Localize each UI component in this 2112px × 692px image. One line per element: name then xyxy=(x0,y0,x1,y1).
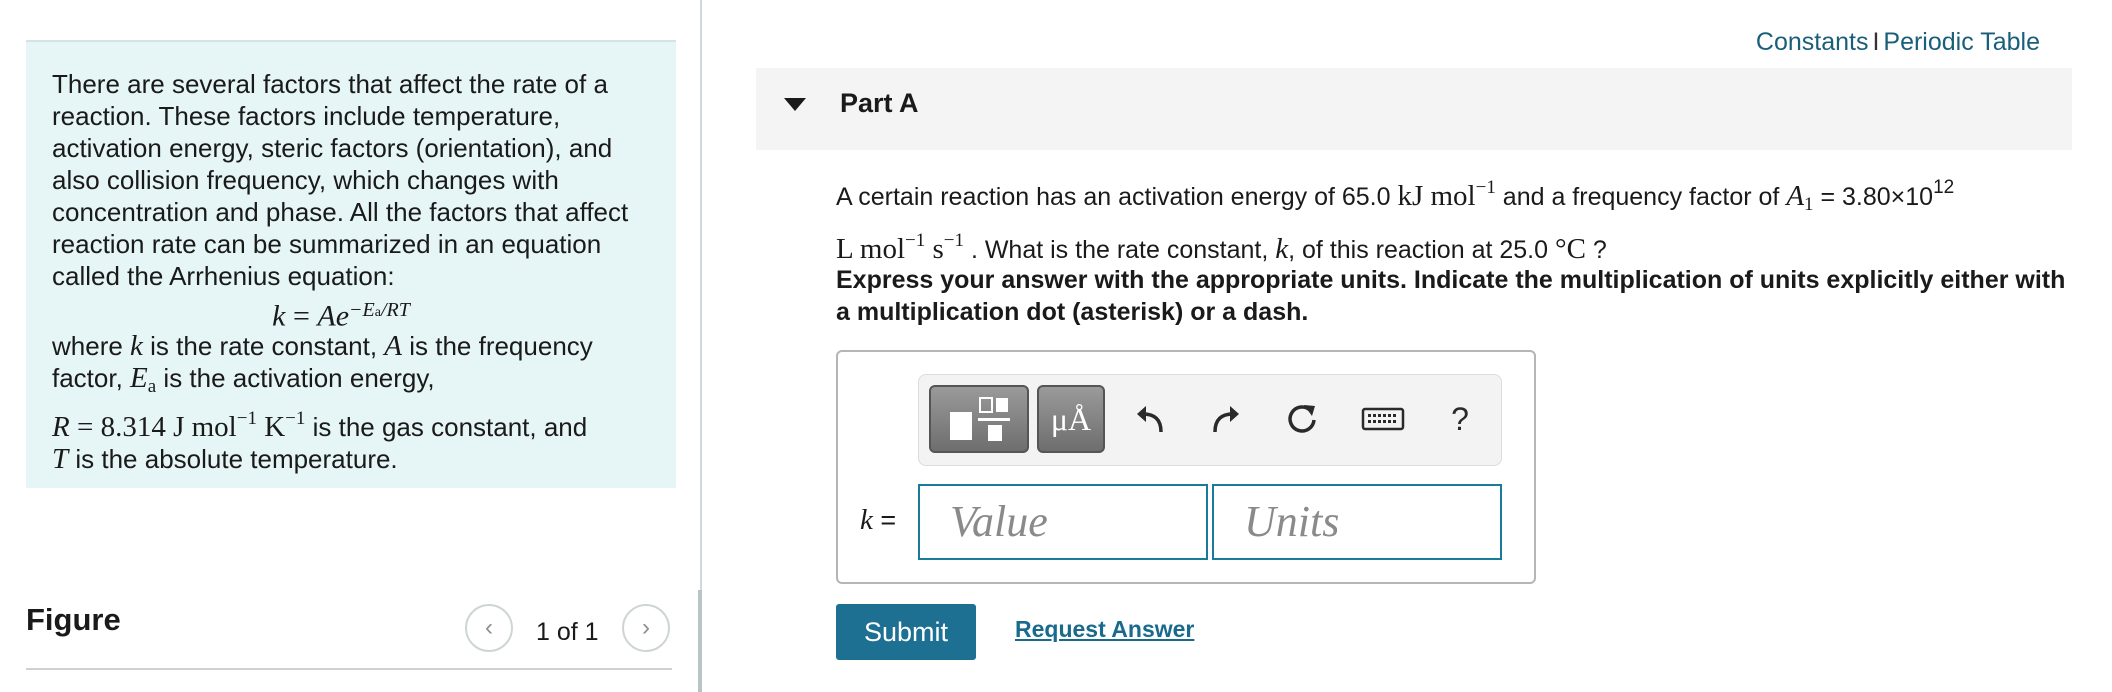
var-k: k xyxy=(130,330,143,362)
text: . What is the rate constant, xyxy=(964,236,1276,264)
var-a1-sub: 1 xyxy=(1804,194,1814,215)
next-figure-button[interactable]: › xyxy=(622,604,670,652)
help-button[interactable]: ? xyxy=(1435,393,1485,445)
part-header[interactable]: Part A xyxy=(756,68,2072,150)
figure-pager: 1 of 1 xyxy=(536,618,599,646)
undo-icon xyxy=(1137,406,1163,433)
chevron-right-icon: › xyxy=(642,614,650,641)
eq-exp: −E xyxy=(349,299,375,321)
r-exp1: −1 xyxy=(236,408,257,429)
redo-icon xyxy=(1213,406,1239,433)
units-button[interactable]: μÅ xyxy=(1037,385,1105,453)
figure-label: Figure xyxy=(26,602,121,637)
part-title: Part A xyxy=(840,88,919,118)
exp: −1 xyxy=(1475,177,1496,198)
panel-resize-handle[interactable] xyxy=(698,590,702,692)
answer-instructions: Express your answer with the appropriate… xyxy=(836,266,2066,326)
unit-degc: °C xyxy=(1554,233,1586,265)
submit-button[interactable]: Submit xyxy=(836,604,976,660)
math-toolbar: μÅ ? xyxy=(918,374,1502,466)
keyboard-button[interactable] xyxy=(1355,393,1411,445)
text: is the rate constant, xyxy=(142,331,385,361)
answer-variable-label: k = xyxy=(860,504,896,537)
text: is the activation energy, xyxy=(156,363,435,393)
unit-kj-mol: kJ mol xyxy=(1397,180,1476,212)
templates-button[interactable] xyxy=(929,385,1029,453)
var-a1: A xyxy=(1786,180,1805,212)
text: where xyxy=(52,331,131,361)
eq-k: k xyxy=(272,299,286,333)
eq-equals: = xyxy=(285,299,318,333)
text: = 3.80×10 xyxy=(1813,183,1934,211)
prev-figure-button[interactable]: ‹ xyxy=(465,604,513,652)
exp: −1 xyxy=(905,230,926,251)
exp-12: 12 xyxy=(1933,177,1955,198)
text: is the absolute temperature. xyxy=(68,444,398,474)
link-separator: I xyxy=(1872,28,1880,56)
var-e-sub: a xyxy=(147,376,157,397)
var-r: R xyxy=(52,411,70,443)
constants-link[interactable]: Constants xyxy=(1756,28,1869,56)
request-answer-link[interactable]: Request Answer xyxy=(1015,616,1194,643)
var-a: A xyxy=(384,330,402,362)
templates-icon xyxy=(950,397,1010,441)
r-k: K xyxy=(256,411,286,443)
undo-button[interactable] xyxy=(1125,393,1175,445)
eq-exp-tail: /RT xyxy=(380,299,410,321)
eq-ae: Ae xyxy=(317,299,350,333)
unit-s: s xyxy=(925,233,944,265)
periodic-table-link[interactable]: Periodic Table xyxy=(1883,28,2040,56)
intro-text: There are several factors that affect th… xyxy=(52,69,629,291)
unit-l-mol: L mol xyxy=(836,233,906,265)
panel-divider xyxy=(700,0,702,692)
resource-links: Constants I Periodic Table xyxy=(1756,28,2040,57)
help-icon: ? xyxy=(1451,400,1469,437)
reset-icon xyxy=(1288,405,1316,433)
var-e: E xyxy=(130,362,148,394)
text: is the gas constant, and xyxy=(305,412,588,442)
redo-button[interactable] xyxy=(1201,393,1251,445)
units-icon: μÅ xyxy=(1050,400,1092,437)
question-text: A certain reaction has an activation ene… xyxy=(836,170,2066,268)
intro-definitions: where k is the rate constant, A is the f… xyxy=(52,330,650,475)
var-t: T xyxy=(52,443,69,475)
value-input[interactable]: Value xyxy=(918,484,1208,560)
var-k: k xyxy=(860,504,873,536)
exp: −1 xyxy=(943,230,964,251)
text: and a frequency factor of xyxy=(1495,183,1787,211)
intro-panel: There are several factors that affect th… xyxy=(26,40,676,488)
figure-divider xyxy=(26,668,672,670)
reset-button[interactable] xyxy=(1277,393,1327,445)
text: A certain reaction has an activation ene… xyxy=(836,183,1398,211)
r-exp2: −1 xyxy=(285,408,306,429)
chevron-left-icon: ‹ xyxy=(485,614,493,641)
text: ? xyxy=(1585,236,1607,264)
units-input[interactable]: Units xyxy=(1212,484,1502,560)
var-k: k xyxy=(1275,233,1289,265)
r-value: = 8.314 J mol xyxy=(69,411,237,443)
collapse-caret-icon[interactable] xyxy=(784,98,806,111)
left-panel: There are several factors that affect th… xyxy=(0,0,700,692)
answer-box: μÅ ? k = Value Units xyxy=(836,350,1536,584)
text: , of this reaction at 25.0 xyxy=(1288,236,1555,264)
text: = xyxy=(872,505,897,535)
keyboard-icon xyxy=(1361,407,1405,431)
arrhenius-equation: k = Ae−Ea/RT xyxy=(32,294,650,332)
